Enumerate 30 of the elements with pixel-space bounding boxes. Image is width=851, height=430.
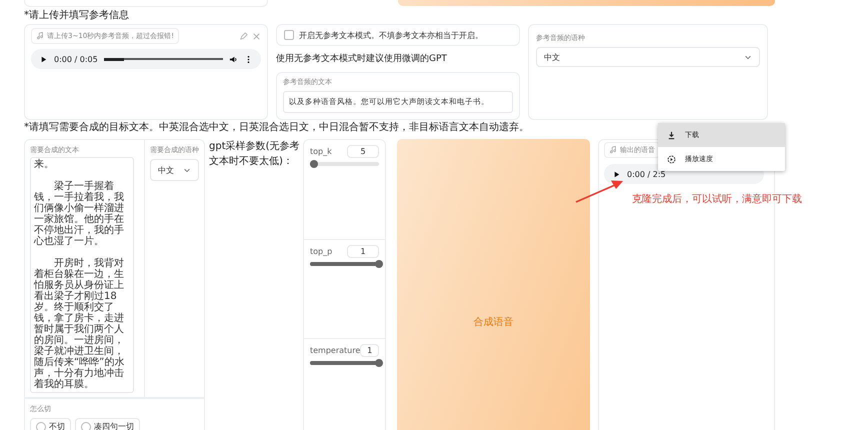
- slider-label: top_p: [310, 246, 332, 256]
- music-note-icon: [36, 32, 44, 40]
- play-icon[interactable]: [39, 54, 48, 64]
- music-note-icon: [609, 146, 617, 154]
- download-icon: [667, 130, 676, 140]
- slider-value-field[interactable]: 1: [347, 244, 379, 258]
- gpt-params-label: gpt采样参数(无参考文本时不要太低)：: [208, 140, 301, 169]
- chevron-down-icon: [183, 166, 191, 174]
- split-option[interactable]: 不切: [30, 418, 71, 430]
- section-label: *请填写需要合成的目标文本。中英混合选中文，日英混合选日文，中日混合暂不支持，非目标语言文本自动遗弃。: [24, 121, 529, 135]
- no-text-mode-checkbox[interactable]: 开启无参考文本模式。不填参考文本亦相当于开启。: [276, 24, 520, 46]
- play-icon[interactable]: [612, 170, 621, 178]
- audio-player[interactable]: 0:00 / 0:05: [31, 49, 261, 69]
- annotation-arrow: [575, 178, 625, 204]
- target-text-field[interactable]: 来。 梁子一手握着钱，一手拉着我，我们俩像小偷一样溜进一家旅馆。他的手在不停地出汗，我的手心也湿了一片。 开房时，我背对着柜台躲在一边，生怕服务员从身份证上看出梁子才刚过18岁。终于顺利交了钱，拿了房卡，走进暂时属于我们两个人的房间。一进房间，梁子就冲进卫生间，随后传来“哗哗”的水声，十分有力地冲击着我的耳膜。: [30, 157, 134, 393]
- slider-label: temperature: [310, 346, 360, 356]
- section-label: *请上传并填写参考信息: [24, 9, 129, 23]
- speed-icon: [667, 154, 676, 164]
- hint-text: 使用无参考文本模式时建议使用微调的GPT: [276, 52, 448, 66]
- audio-time: 0:00 / 0:05: [54, 54, 98, 64]
- chevron-down-icon: [744, 53, 752, 61]
- language-dropdown[interactable]: 中文: [536, 47, 760, 67]
- volume-icon[interactable]: [229, 54, 238, 64]
- slider-value-field[interactable]: 5: [347, 145, 379, 158]
- audio-time: 0:00 / 2:5: [627, 170, 666, 178]
- slider-value-field[interactable]: 1: [360, 344, 379, 358]
- language-dropdown[interactable]: 中文: [150, 159, 199, 181]
- annotation-text: 克隆完成后，可以试听，满意即可下载: [632, 192, 802, 206]
- slider-label: top_k: [310, 147, 332, 156]
- split-option[interactable]: 凑四句一切: [75, 418, 140, 430]
